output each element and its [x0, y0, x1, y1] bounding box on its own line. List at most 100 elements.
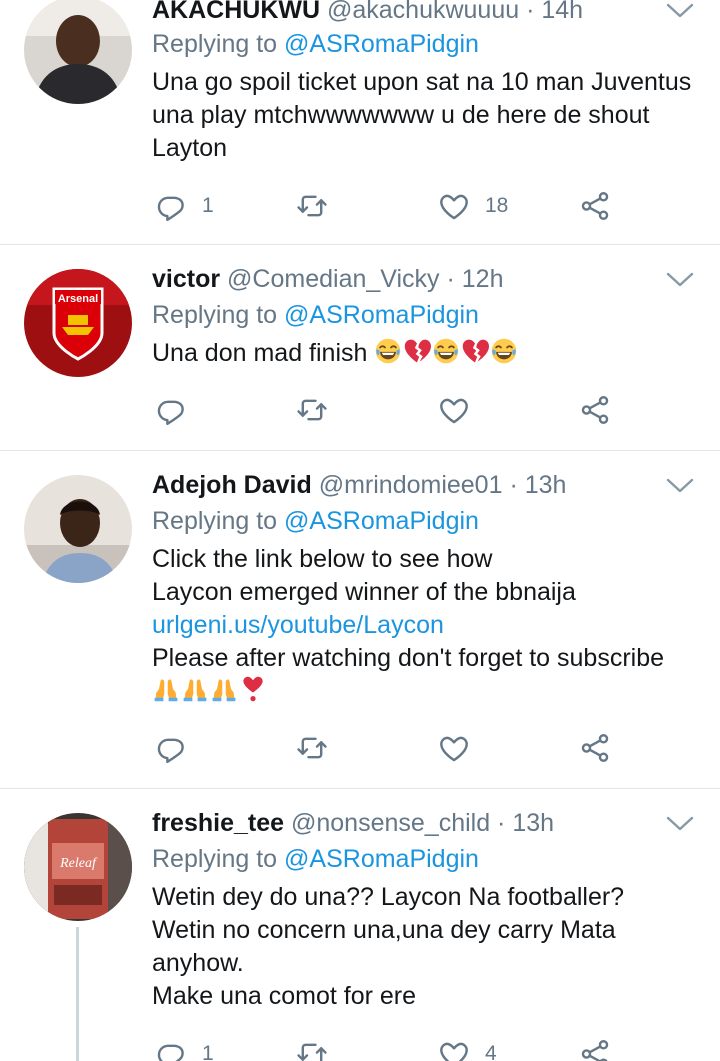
- like-button[interactable]: 4: [437, 1034, 497, 1061]
- retweet-icon: [295, 393, 329, 427]
- mention-link[interactable]: @ASRomaPidgin: [284, 507, 479, 535]
- avatar-product-text: Releaf: [59, 856, 98, 871]
- share-icon: [578, 731, 612, 765]
- mention-link[interactable]: @ASRomaPidgin: [284, 301, 479, 329]
- reply-icon: [154, 731, 188, 765]
- replying-to: Replying to @ASRomaPidgin: [152, 843, 479, 875]
- tweet-text-line: Wetin no concern una,una dey carry Mata: [152, 916, 616, 944]
- share-icon: [578, 1037, 612, 1061]
- replying-to-label: Replying to: [152, 507, 285, 535]
- heart-icon: [437, 189, 471, 223]
- tweet-header: victor @Comedian_Vicky · 12h: [152, 263, 504, 295]
- tweet-text: Wetin dey do una?? Laycon Na footballer?…: [152, 881, 702, 1013]
- tweet-text-line: Layton: [152, 134, 228, 162]
- display-name[interactable]: Adejoh David: [152, 471, 312, 499]
- reply-count: 1: [202, 194, 214, 217]
- laughing-emoji-icon: [490, 337, 518, 365]
- retweet-icon: [295, 189, 329, 223]
- share-button[interactable]: [578, 390, 612, 430]
- replying-to-label: Replying to: [152, 301, 285, 329]
- tweet-header: Adejoh David @mrindomiee01 · 13h: [152, 469, 566, 501]
- separator: ·: [439, 265, 462, 293]
- replying-to: Replying to @ASRomaPidgin: [152, 299, 479, 331]
- tweet-text: Una don mad finish: [152, 337, 702, 370]
- avatar[interactable]: Arsenal: [24, 269, 132, 377]
- mention-link[interactable]: @ASRomaPidgin: [284, 30, 479, 58]
- praying-hands-emoji-icon: [210, 675, 238, 703]
- replying-to-label: Replying to: [152, 30, 285, 58]
- tweet-header: freshie_tee @nonsense_child · 13h: [152, 807, 554, 839]
- tweet-text: Una go spoil ticket upon sat na 10 man J…: [152, 66, 702, 165]
- reply-button[interactable]: 1: [154, 186, 214, 226]
- like-count: 4: [485, 1042, 497, 1061]
- reply-count: 1: [202, 1042, 214, 1061]
- timestamp[interactable]: 13h: [525, 471, 567, 499]
- thread-connector: [76, 927, 79, 1061]
- replying-to: Replying to @ASRomaPidgin: [152, 505, 479, 537]
- retweet-button[interactable]: [295, 728, 343, 768]
- replying-to: Replying to @ASRomaPidgin: [152, 28, 479, 60]
- tweet-text-content: Una don mad finish: [152, 339, 368, 367]
- username[interactable]: @Comedian_Vicky: [227, 265, 440, 293]
- username[interactable]: @nonsense_child: [291, 809, 490, 837]
- retweet-button[interactable]: [295, 186, 343, 226]
- share-button[interactable]: [578, 186, 612, 226]
- tweet-text-line: Click the link below to see how: [152, 545, 493, 573]
- action-bar: 1 18: [152, 186, 632, 226]
- chevron-down-icon[interactable]: [666, 815, 694, 833]
- separator: ·: [502, 471, 525, 499]
- tweet[interactable]: Releaf freshie_tee @nonsense_child · 13h…: [0, 789, 720, 1061]
- tweet-link[interactable]: urlgeni.us/youtube/Laycon: [152, 609, 702, 642]
- tweet[interactable]: Arsenal victor @Comedian_Vicky · 12h Rep…: [0, 245, 720, 451]
- display-name[interactable]: victor: [152, 265, 220, 293]
- like-button[interactable]: 18: [437, 186, 508, 226]
- mention-link[interactable]: @ASRomaPidgin: [284, 845, 479, 873]
- replying-to-label: Replying to: [152, 845, 285, 873]
- reply-button[interactable]: [154, 728, 202, 768]
- timestamp[interactable]: 12h: [462, 265, 504, 293]
- timestamp[interactable]: 13h: [512, 809, 554, 837]
- avatar-logo-text: Arsenal: [58, 293, 98, 305]
- retweet-button[interactable]: [295, 1034, 343, 1061]
- username[interactable]: @mrindomiee01: [319, 471, 503, 499]
- tweet[interactable]: AKACHUKWU @akachukwuuuu · 14h Replying t…: [0, 0, 720, 245]
- reply-button[interactable]: 1: [154, 1034, 214, 1061]
- display-name[interactable]: freshie_tee: [152, 809, 284, 837]
- tweet-text-line: Make una comot for ere: [152, 982, 417, 1010]
- share-button[interactable]: [578, 1034, 612, 1061]
- avatar[interactable]: [24, 475, 132, 583]
- chevron-down-icon[interactable]: [666, 271, 694, 289]
- like-button[interactable]: [437, 390, 485, 430]
- retweet-icon: [295, 731, 329, 765]
- retweet-icon: [295, 1037, 329, 1061]
- broken-heart-emoji-icon: [461, 337, 489, 365]
- action-bar: 1 4: [152, 1034, 632, 1061]
- tweet-header: AKACHUKWU @akachukwuuuu · 14h: [152, 0, 583, 26]
- chevron-down-icon[interactable]: [666, 2, 694, 20]
- reply-icon: [154, 1037, 188, 1061]
- tweet-text-line: anyhow.: [152, 949, 244, 977]
- tweet[interactable]: Adejoh David @mrindomiee01 · 13h Replyin…: [0, 451, 720, 789]
- praying-hands-emoji-icon: [181, 675, 209, 703]
- share-icon: [578, 189, 612, 223]
- tweet-text-line: Wetin dey do una?? Laycon Na footballer?: [152, 883, 625, 911]
- heart-icon: [437, 1037, 471, 1061]
- timestamp[interactable]: 14h: [541, 0, 583, 24]
- chevron-down-icon[interactable]: [666, 477, 694, 495]
- reply-icon: [154, 189, 188, 223]
- like-button[interactable]: [437, 728, 485, 768]
- share-button[interactable]: [578, 728, 612, 768]
- reply-button[interactable]: [154, 390, 202, 430]
- heart-icon: [437, 393, 471, 427]
- broken-heart-emoji-icon: [403, 337, 431, 365]
- action-bar: [152, 390, 632, 430]
- avatar[interactable]: Releaf: [24, 813, 132, 921]
- retweet-button[interactable]: [295, 390, 343, 430]
- display-name[interactable]: AKACHUKWU: [152, 0, 320, 24]
- action-bar: [152, 728, 632, 768]
- avatar[interactable]: [24, 0, 132, 104]
- username[interactable]: @akachukwuuuu: [327, 0, 519, 24]
- tweet-text-line: Please after watching don't forget to su…: [152, 644, 665, 672]
- separator: ·: [490, 809, 513, 837]
- tweet-text: Click the link below to see how Laycon e…: [152, 543, 702, 708]
